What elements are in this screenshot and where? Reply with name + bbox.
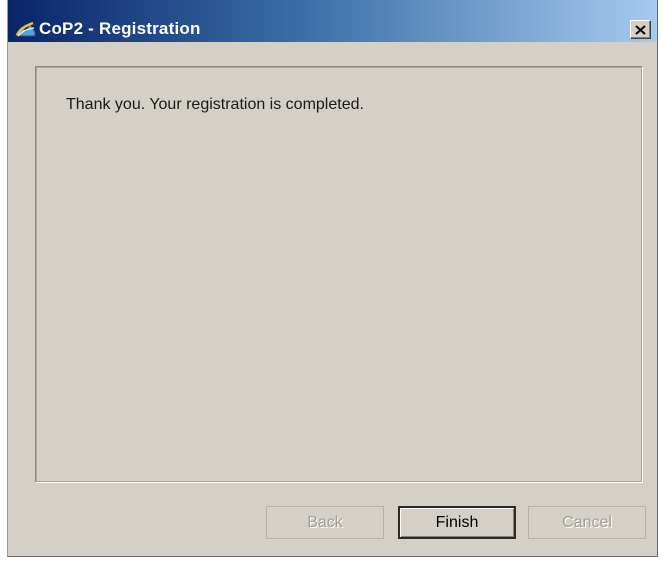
registration-dialog: CoP2 - Registration Thank you. Your regi… xyxy=(7,0,658,557)
title-bar[interactable]: CoP2 - Registration xyxy=(8,0,657,42)
close-icon xyxy=(635,24,646,35)
completion-message: Thank you. Your registration is complete… xyxy=(66,96,364,113)
window-title: CoP2 - Registration xyxy=(39,19,201,38)
back-button[interactable]: Back xyxy=(266,506,384,539)
cancel-button[interactable]: Cancel xyxy=(528,506,646,539)
content-panel: Thank you. Your registration is complete… xyxy=(35,66,643,483)
finish-button[interactable]: Finish xyxy=(398,506,516,539)
app-icon xyxy=(14,18,36,38)
close-button[interactable] xyxy=(630,20,651,39)
